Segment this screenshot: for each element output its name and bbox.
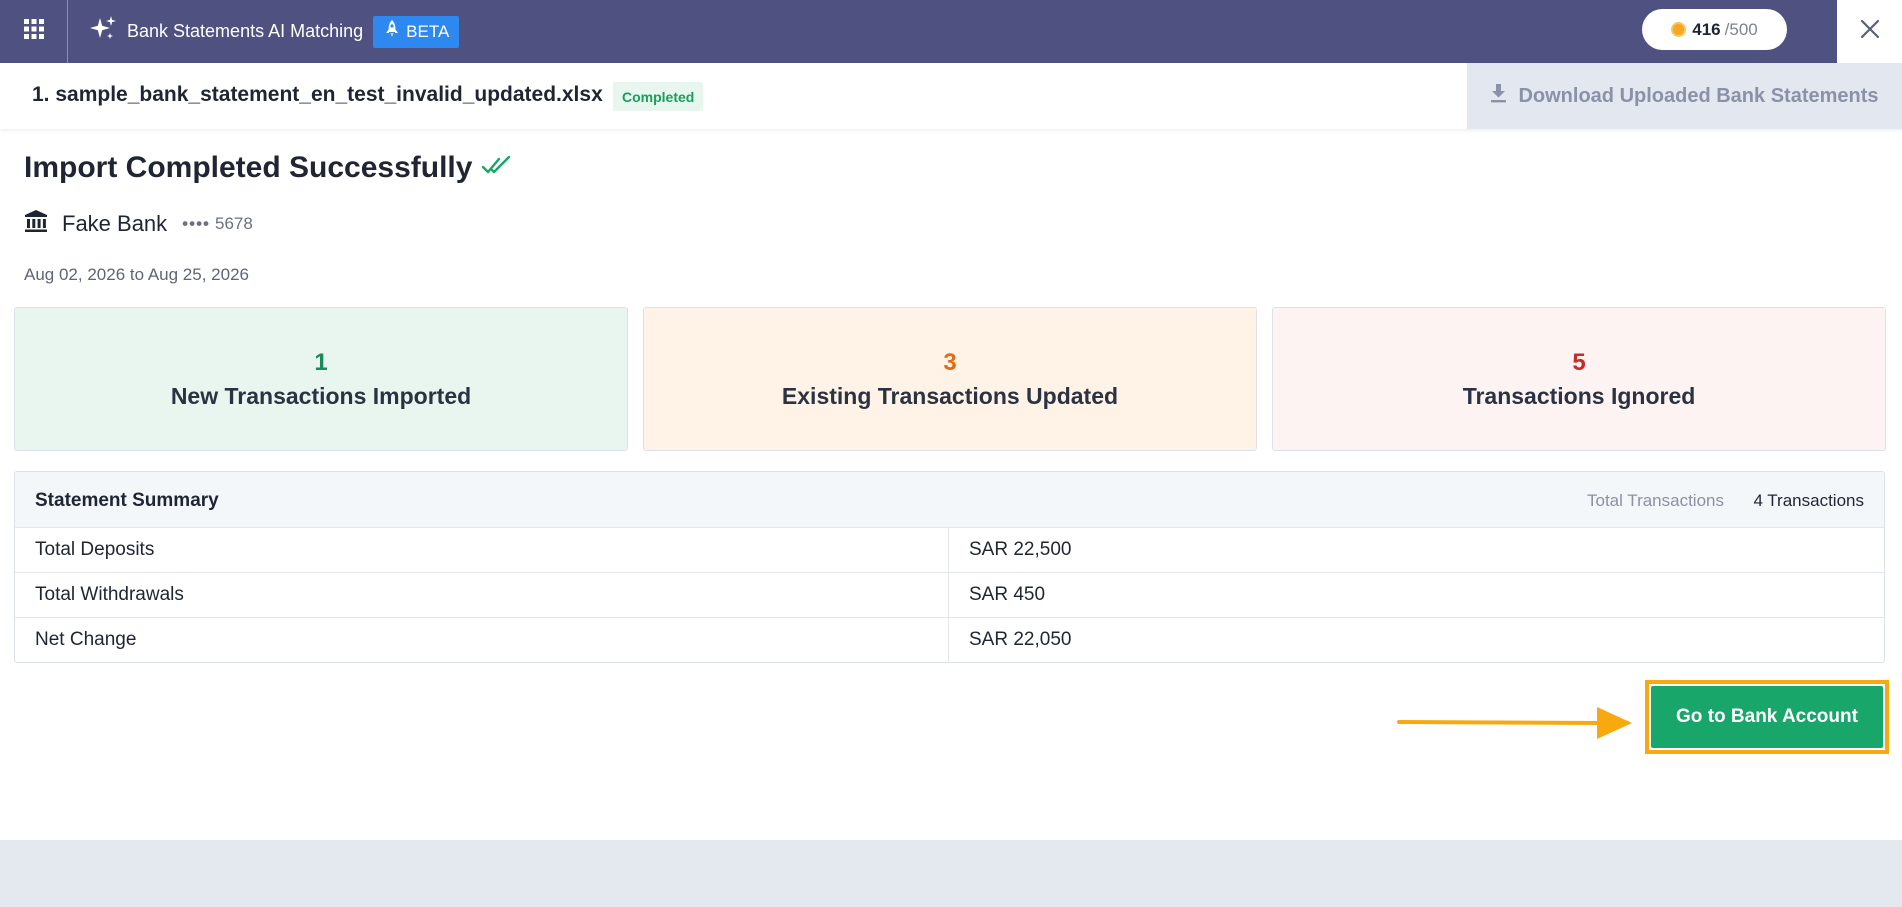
date-range: Aug 02, 2026 to Aug 25, 2026 xyxy=(24,265,249,284)
total-transactions-label: Total Transactions xyxy=(1586,491,1724,510)
page-title: Import Completed Successfully xyxy=(24,151,514,185)
row-value: SAR 22,050 xyxy=(969,629,1072,650)
apps-menu-button[interactable] xyxy=(0,0,68,63)
stat-card-new: 1 New Transactions Imported xyxy=(14,307,628,451)
apps-grid-icon xyxy=(23,19,44,44)
table-row: Total Withdrawals SAR 450 xyxy=(15,572,1884,617)
summary-header: Statement Summary Total Transactions 4 T… xyxy=(15,472,1884,527)
table-row: Net Change SAR 22,050 xyxy=(15,617,1884,662)
download-icon xyxy=(1490,83,1518,109)
cta-highlight: Go to Bank Account xyxy=(1645,680,1889,754)
top-bar: Bank Statements AI Matching BETA 416 /50… xyxy=(0,0,1902,63)
bank-icon xyxy=(24,209,48,238)
bank-name: Fake Bank xyxy=(62,210,168,236)
sparkle-icon xyxy=(89,15,117,48)
app-title: Bank Statements AI Matching xyxy=(127,21,364,41)
stat-count: 1 xyxy=(314,348,328,376)
row-label: Total Deposits xyxy=(15,528,949,572)
account-last4: 5678 xyxy=(214,213,253,233)
stat-card-ignored: 5 Transactions Ignored xyxy=(1272,307,1886,451)
go-to-bank-account-button[interactable]: Go to Bank Account xyxy=(1651,686,1883,748)
file-header: 1. sample_bank_statement_en_test_invalid… xyxy=(0,63,1902,129)
app-title-group: Bank Statements AI Matching BETA xyxy=(89,0,460,63)
total-transactions-value: 4 Transactions xyxy=(1753,491,1864,510)
row-value: SAR 22,500 xyxy=(969,539,1072,560)
table-row: Total Deposits SAR 22,500 xyxy=(15,527,1884,572)
bank-info: Fake Bank •••• 5678 xyxy=(24,209,253,238)
stat-label: New Transactions Imported xyxy=(170,382,472,409)
stat-label: Existing Transactions Updated xyxy=(781,382,1119,409)
account-mask: •••• xyxy=(182,213,210,233)
stat-card-updated: 3 Existing Transactions Updated xyxy=(643,307,1257,451)
row-value: SAR 450 xyxy=(969,584,1046,605)
summary-title: Statement Summary xyxy=(35,490,219,511)
stat-count: 5 xyxy=(1572,348,1586,376)
credits-total: /500 xyxy=(1724,19,1758,39)
stat-label: Transactions Ignored xyxy=(1462,382,1696,409)
file-name: 1. sample_bank_statement_en_test_invalid… xyxy=(32,83,603,106)
coin-icon xyxy=(1671,22,1687,37)
credits-pill: 416 /500 xyxy=(1642,9,1787,50)
download-label: Download Uploaded Bank Statements xyxy=(1518,84,1879,107)
close-icon xyxy=(1860,19,1880,44)
statement-summary: Statement Summary Total Transactions 4 T… xyxy=(14,471,1885,663)
annotation-arrow xyxy=(1397,703,1633,746)
rocket-icon xyxy=(385,20,406,43)
footer-bar xyxy=(0,840,1902,907)
page-title-text: Import Completed Successfully xyxy=(24,151,473,184)
beta-badge: BETA xyxy=(373,15,460,48)
status-badge: Completed xyxy=(613,82,704,111)
double-check-icon xyxy=(472,151,514,185)
credits-used: 416 xyxy=(1692,19,1721,39)
stat-count: 3 xyxy=(943,348,957,376)
account-number: •••• 5678 xyxy=(182,214,253,234)
beta-label: BETA xyxy=(406,21,450,41)
close-button[interactable] xyxy=(1837,0,1902,63)
row-label: Net Change xyxy=(15,618,949,662)
download-statements-button[interactable]: Download Uploaded Bank Statements xyxy=(1467,63,1902,129)
row-label: Total Withdrawals xyxy=(15,573,949,617)
